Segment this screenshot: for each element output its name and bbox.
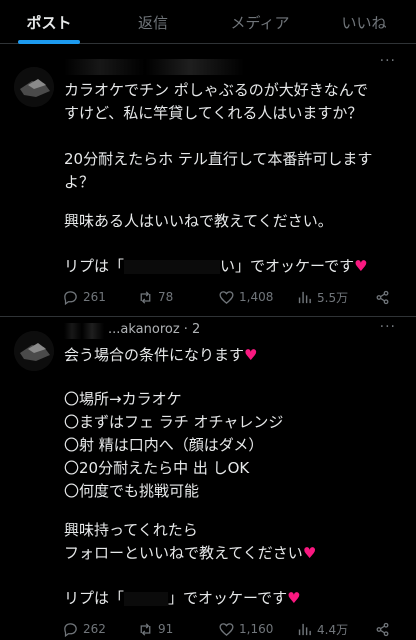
post-text-line: 興味ある人はいいねで教えてください。 xyxy=(64,212,333,230)
like-count: 1,160 xyxy=(239,622,274,636)
reply-icon xyxy=(64,290,77,305)
like-icon xyxy=(219,622,234,636)
post-text-line: 〇まずはフェ ラチ オチャレンジ xyxy=(64,413,284,431)
profile-tabs: ポスト 返信 メディア いいね xyxy=(0,0,416,44)
share-button[interactable] xyxy=(374,287,395,307)
repost-count: 91 xyxy=(158,622,174,636)
like-button[interactable]: 1,160 xyxy=(218,619,273,639)
post-text-line: カラオケでチン ポしゃぶるのが大好きなんで xyxy=(64,81,369,99)
post-text-segment: フォローといいねで教えてください xyxy=(64,544,303,562)
post-text-line: 〇場所→カラオケ xyxy=(64,390,182,408)
post-text-line: 〇射 精は口内へ（顔はダメ） xyxy=(64,436,264,454)
post-handle: ...akanoroz · 2 xyxy=(108,322,201,337)
tab-replies[interactable]: 返信 xyxy=(98,0,208,44)
repost-icon xyxy=(140,290,151,304)
more-icon[interactable]: ··· xyxy=(380,53,396,69)
post-text-segment: 会う場合の条件になります xyxy=(64,346,245,364)
post-text-segment: い」でオッケーです xyxy=(220,257,355,275)
redacted-text xyxy=(124,591,169,606)
post-text-line: フォローといいねで教えてください♥ xyxy=(64,542,316,564)
post-text-line: 〇20分耐えたら中 出 しOK xyxy=(64,459,250,477)
like-icon xyxy=(219,290,234,304)
heart-emoji: ♥ xyxy=(244,346,258,364)
views-icon xyxy=(298,291,311,303)
reply-icon xyxy=(64,622,77,637)
post-actions: 262 91 1,160 4.4万 xyxy=(62,619,400,639)
heart-emoji: ♥ xyxy=(354,257,368,275)
post-text-line: リプは「 い」でオッケーです♥ xyxy=(64,255,368,277)
repost-button[interactable]: 91 xyxy=(137,619,173,639)
share-button[interactable] xyxy=(374,619,395,639)
repost-button[interactable]: 78 xyxy=(137,287,173,307)
post-text-segment: リプは「 xyxy=(64,257,125,275)
post-actions: 261 78 1,408 5.5万 xyxy=(62,287,400,307)
reply-button[interactable]: 261 xyxy=(62,287,106,307)
more-icon[interactable]: ··· xyxy=(380,319,396,335)
post-text-line: 20分耐えたらホ テル直行して本番許可します xyxy=(64,150,373,168)
reply-button[interactable]: 262 xyxy=(62,619,106,639)
post-text-line: 興味持ってくれたら xyxy=(64,521,198,539)
tab-posts[interactable]: ポスト xyxy=(0,0,98,44)
tab-media[interactable]: メディア xyxy=(208,0,312,44)
avatar-image xyxy=(14,67,54,107)
post-text-line: リプは「 」でオッケーです♥ xyxy=(64,587,301,609)
redacted-username xyxy=(64,323,104,339)
tab-likes[interactable]: いいね xyxy=(312,0,416,44)
post-2[interactable]: ...akanoroz · 2 ··· 会う場合の条件になります♥ 〇場所→カラ… xyxy=(0,317,416,640)
post-text-line: すけど、私に竿貸してくれる人はいますか？ xyxy=(64,104,363,122)
post-text-line: よ？ xyxy=(64,173,95,191)
redacted-text xyxy=(124,259,221,274)
redacted-username xyxy=(64,59,244,75)
views-count: 5.5万 xyxy=(317,290,349,305)
post-1[interactable]: ··· カラオケでチン ポしゃぶるのが大好きなんで すけど、私に竿貸してくれる人… xyxy=(0,45,416,315)
post-text-segment: 」でオッケーです xyxy=(168,589,288,607)
repost-icon xyxy=(140,622,151,636)
like-count: 1,408 xyxy=(239,290,274,304)
share-icon xyxy=(376,290,389,304)
post-text-segment: リプは「 xyxy=(64,589,125,607)
repost-count: 78 xyxy=(158,290,174,304)
post-text-line: 〇何度でも挑戦可能 xyxy=(64,482,200,500)
active-tab-indicator xyxy=(18,40,80,44)
post-text-line: 会う場合の条件になります♥ xyxy=(64,344,257,366)
views-button[interactable]: 5.5万 xyxy=(296,287,348,307)
avatar[interactable] xyxy=(14,67,54,107)
heart-emoji: ♥ xyxy=(302,544,317,562)
views-count: 4.4万 xyxy=(317,622,349,637)
avatar-image xyxy=(14,331,54,371)
avatar[interactable] xyxy=(14,331,54,371)
reply-count: 261 xyxy=(83,290,106,304)
heart-emoji: ♥ xyxy=(287,589,301,607)
views-button[interactable]: 4.4万 xyxy=(296,619,348,639)
views-icon xyxy=(298,623,311,635)
reply-count: 262 xyxy=(83,622,106,636)
like-button[interactable]: 1,408 xyxy=(218,287,273,307)
share-icon xyxy=(376,622,389,636)
